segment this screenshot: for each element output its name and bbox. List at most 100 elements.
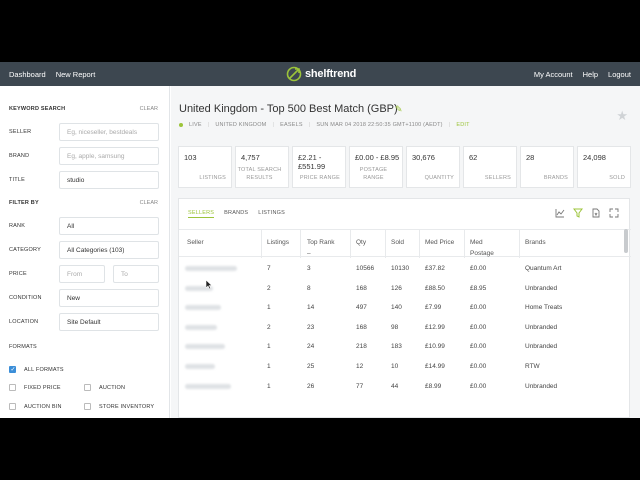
stat-card: 103 LISTINGS — [178, 146, 232, 188]
col-top-rank-label: Top Rank — [307, 239, 335, 246]
top-navigation-bar: Dashboard New Report shelftrend My Accou… — [0, 62, 640, 86]
cell-med-postage: £0.00 — [470, 323, 487, 331]
cell-listings: 2 — [267, 284, 271, 292]
meta-date: SUN MAR 04 2018 22:50:35 GMT+1100 (AEDT) — [316, 122, 443, 128]
stat-card: £2.21 - £551.99 PRICE RANGE — [292, 146, 346, 188]
table-tools — [555, 208, 619, 218]
seller-name-redacted[interactable] — [185, 364, 215, 369]
location-select[interactable]: Site Default — [59, 313, 159, 331]
col-sold[interactable]: Sold — [391, 237, 404, 248]
col-seller[interactable]: Seller — [187, 237, 204, 248]
brand-input[interactable]: Eg, apple, samsung — [59, 147, 159, 165]
table-row[interactable]: 1 24 218 183 £10.99 £0.00 Unbranded — [179, 337, 631, 357]
cell-med-price: £8.99 — [425, 382, 442, 390]
column-divider — [350, 230, 351, 258]
column-divider — [261, 230, 262, 258]
meta-edit-link[interactable]: EDIT — [456, 122, 469, 128]
fixed-price-checkbox[interactable] — [9, 384, 16, 391]
clear-filters-button[interactable]: CLEAR — [140, 200, 158, 206]
store-inventory-checkbox[interactable] — [84, 403, 91, 410]
filter-icon[interactable] — [573, 208, 583, 218]
cell-med-postage: £0.00 — [470, 363, 487, 370]
rank-select[interactable]: All — [59, 217, 159, 235]
nav-dashboard-link[interactable]: Dashboard — [9, 70, 46, 79]
auction-bin-checkbox[interactable] — [9, 403, 16, 410]
rank-label: RANK — [9, 223, 26, 229]
column-divider — [385, 230, 386, 258]
category-select[interactable]: All Categories (103) — [59, 241, 159, 259]
title-input[interactable]: studio — [59, 171, 159, 189]
cell-qty: 497 — [356, 304, 367, 312]
nav-my-account-link[interactable]: My Account — [534, 70, 573, 79]
table-row[interactable]: 1 26 77 44 £8.99 £0.00 Unbranded — [179, 377, 631, 397]
seller-name-redacted[interactable] — [185, 344, 225, 350]
seller-name-redacted[interactable] — [185, 305, 221, 311]
col-top-rank[interactable]: Top Rank – — [307, 237, 334, 259]
seller-name-redacted[interactable] — [185, 383, 231, 389]
cell-med-postage: £0.00 — [470, 304, 487, 312]
cell-qty: 10566 — [356, 265, 375, 272]
shelftrend-logo[interactable]: shelftrend — [286, 66, 356, 82]
cell-med-price: £7.99 — [425, 304, 442, 312]
cell-listings: 7 — [267, 265, 271, 272]
table-row[interactable]: 1 25 12 10 £14.99 £0.00 RTW — [179, 357, 631, 377]
table-row[interactable]: 1 14 497 140 £7.99 £0.00 Home Treats — [179, 298, 631, 318]
clear-keyword-button[interactable]: CLEAR — [140, 106, 158, 112]
filter-by-heading: FILTER BY — [9, 200, 39, 206]
cell-med-price: £12.99 — [425, 323, 445, 331]
tab-listings[interactable]: LISTINGS — [258, 210, 285, 218]
table-row[interactable]: 2 23 168 98 £12.99 £0.00 Unbranded — [179, 318, 631, 338]
price-to-input[interactable]: To — [113, 265, 159, 283]
column-divider — [419, 230, 420, 258]
tab-brands[interactable]: BRANDS — [224, 210, 248, 218]
cell-brands: Unbranded — [525, 323, 558, 331]
table-scrollbar[interactable] — [624, 229, 628, 253]
line-chart-icon[interactable] — [555, 208, 565, 218]
nav-help-link[interactable]: Help — [583, 70, 598, 79]
all-formats-checkbox[interactable] — [9, 366, 16, 373]
stat-card: 62 SELLERS — [463, 146, 517, 188]
cell-brands: RTW — [525, 363, 540, 370]
price-from-input[interactable]: From — [59, 265, 105, 283]
seller-label: SELLER — [9, 129, 32, 135]
col-brands[interactable]: Brands — [525, 237, 546, 248]
seller-name-redacted[interactable] — [185, 324, 217, 330]
nav-new-report-link[interactable]: New Report — [56, 70, 96, 79]
table-row[interactable]: 7 3 10566 10130 £37.82 £0.00 Quantum Art — [179, 259, 631, 279]
nav-right: My Account Help Logout — [534, 70, 631, 79]
col-listings[interactable]: Listings — [267, 237, 289, 248]
condition-select[interactable]: New — [59, 289, 159, 307]
auction-checkbox[interactable] — [84, 384, 91, 391]
favorite-star-icon[interactable]: ★ — [616, 108, 628, 124]
tab-sellers[interactable]: SELLERS — [188, 210, 215, 218]
store-inventory-label: STORE INVENTORY — [99, 404, 155, 410]
cell-listings: 1 — [267, 343, 271, 351]
report-title: United Kingdom - Top 500 Best Match (GBP… — [179, 103, 398, 115]
stat-label: SOLD — [609, 175, 625, 181]
col-qty[interactable]: Qty — [356, 237, 366, 248]
stat-card: 30,676 QUANTITY — [406, 146, 460, 188]
stat-value: 28 — [526, 153, 535, 162]
filter-sidebar: KEYWORD SEARCH CLEAR SELLER Eg, nicesell… — [0, 86, 170, 418]
col-med-postage[interactable]: Med Postage — [470, 237, 502, 259]
seller-name-redacted[interactable] — [185, 266, 237, 271]
edit-title-pencil-icon[interactable]: ✎ — [395, 104, 403, 115]
logo-text: shelftrend — [305, 68, 357, 80]
cell-med-postage: £0.00 — [470, 343, 487, 351]
column-divider — [464, 230, 465, 258]
cell-sold: 10 — [391, 363, 399, 370]
stat-label: BRANDS — [543, 175, 568, 181]
nav-logout-link[interactable]: Logout — [608, 70, 631, 79]
cell-top-rank: 8 — [307, 284, 311, 292]
sort-indicator-icon: – — [307, 250, 311, 257]
cell-brands: Home Treats — [525, 304, 563, 312]
col-med-price[interactable]: Med Price — [425, 237, 455, 248]
stat-label: QUANTITY — [424, 175, 454, 181]
table-row[interactable]: 2 8 168 126 £88.50 £8.95 Unbranded — [179, 279, 631, 299]
expand-icon[interactable] — [609, 208, 619, 218]
stat-value: 30,676 — [412, 153, 435, 162]
seller-input[interactable]: Eg, niceseller, bestdeals — [59, 123, 159, 141]
export-icon[interactable] — [591, 208, 601, 218]
meta-separator: | — [308, 122, 311, 128]
cell-med-postage: £8.95 — [470, 284, 487, 292]
